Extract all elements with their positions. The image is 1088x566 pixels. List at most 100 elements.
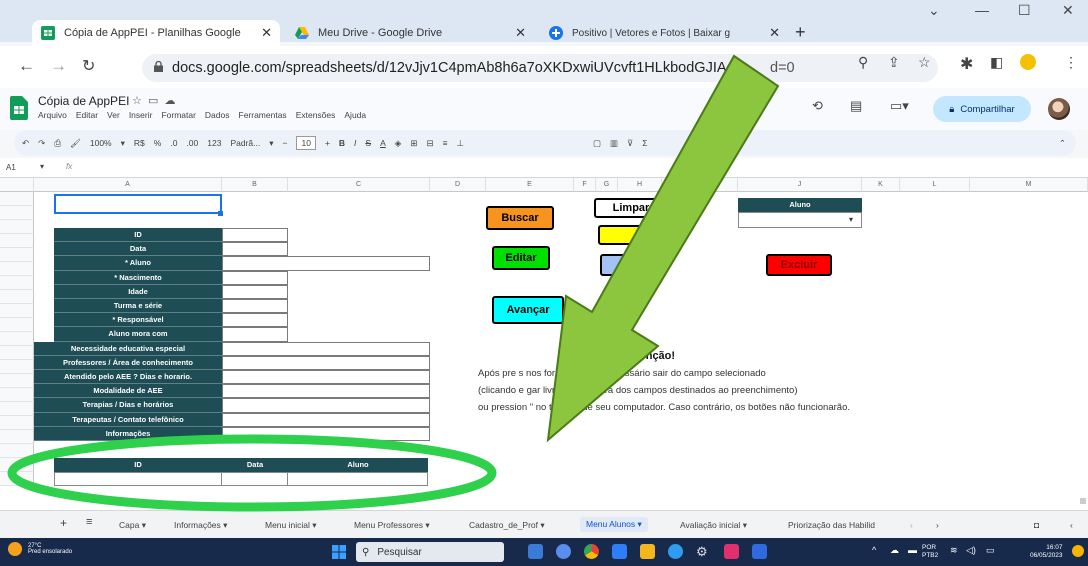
form-input-cell[interactable] [222, 426, 430, 441]
sheet-tab[interactable]: Menu Professores ▾ [354, 520, 430, 531]
percent-format-button[interactable]: % [154, 138, 162, 148]
instagram-icon[interactable] [724, 544, 739, 559]
fill-handle[interactable] [218, 211, 223, 216]
form-input-cell[interactable] [222, 355, 430, 370]
menu-item[interactable]: Extensões [296, 110, 336, 120]
column-header[interactable]: J [738, 178, 862, 192]
fill-color-icon[interactable]: ◈ [395, 138, 402, 149]
column-header[interactable]: D [430, 178, 486, 192]
column-header[interactable]: I [662, 178, 738, 192]
strikethrough-icon[interactable]: S [365, 138, 371, 148]
browser-tab-sheets[interactable]: Cópia de AppPEI - Planilhas Google ✕ [32, 20, 280, 46]
menu-item[interactable]: Ferramentas [239, 110, 287, 120]
row-header[interactable] [0, 374, 34, 388]
select-all-corner[interactable] [0, 178, 34, 192]
form-input-cell[interactable] [222, 299, 288, 314]
table-cell[interactable] [55, 473, 223, 485]
clock[interactable]: 16:07 06/05/2023 [1030, 544, 1063, 560]
aluno-dropdown[interactable]: ▾ [738, 212, 862, 228]
font-size-increase-icon[interactable]: + [325, 138, 330, 148]
menu-dots-icon[interactable]: ⋮ [1064, 54, 1078, 71]
cell-reference[interactable]: A1 [6, 163, 16, 172]
redo-icon[interactable]: ↷ [38, 138, 45, 149]
window-close-icon[interactable]: ✕ [1062, 2, 1074, 19]
row-header[interactable] [0, 430, 34, 444]
form-input-cell[interactable] [222, 412, 430, 427]
bold-icon[interactable]: B [339, 138, 345, 148]
profile-icon[interactable] [1020, 54, 1036, 70]
currency-format-button[interactable]: R$ [134, 138, 145, 148]
filter-icon[interactable]: ⊽ [627, 138, 633, 149]
text-color-icon[interactable]: A [380, 138, 386, 148]
print-icon[interactable]: ⎙ [54, 138, 61, 149]
results-table-row[interactable] [54, 472, 428, 486]
form-input-cell[interactable] [222, 398, 430, 413]
spreadsheet-grid[interactable]: A B C D E F G H I J K L M ID Data * Aluno *… [0, 178, 1088, 510]
minimize-icon[interactable]: — [975, 2, 989, 18]
chevron-down-icon[interactable]: ▾ [40, 162, 44, 171]
editar-button[interactable]: Editar [492, 246, 550, 270]
row-header[interactable] [0, 346, 34, 360]
tray-app-icon[interactable]: ▬ [908, 546, 917, 555]
column-header[interactable]: H [618, 178, 662, 192]
chrome-icon[interactable] [584, 544, 599, 559]
column-header[interactable]: F [574, 178, 596, 192]
form-input-cell[interactable] [222, 270, 288, 285]
language-indicator[interactable]: POR PTB2 [922, 544, 938, 560]
form-input-cell[interactable] [222, 256, 430, 271]
sheet-tab[interactable]: Menu inicial ▾ [265, 520, 317, 531]
column-header[interactable]: C [288, 178, 430, 192]
mail-icon[interactable] [612, 544, 627, 559]
chevron-right-icon[interactable]: › [936, 520, 939, 530]
insert-comment-icon[interactable]: ▢ [593, 138, 601, 149]
row-header[interactable] [0, 458, 34, 472]
notification-icon[interactable] [1072, 545, 1084, 557]
row-header[interactable] [0, 192, 34, 206]
visualizar-button[interactable]: V [600, 254, 648, 276]
paint-format-icon[interactable]: 🖌︎ [70, 138, 81, 149]
history-icon[interactable]: ⟲ [812, 98, 823, 114]
decimal-decrease-icon[interactable]: .0 [170, 138, 177, 148]
avatar[interactable] [1048, 98, 1070, 120]
menu-item[interactable]: Inserir [129, 110, 153, 120]
column-header[interactable]: K [862, 178, 900, 192]
add-sheet-icon[interactable]: + [60, 516, 67, 530]
sheet-tab-active[interactable]: Menu Alunos ▾ [580, 517, 648, 532]
sheets-logo-icon[interactable] [10, 96, 28, 120]
extensions-icon[interactable]: ✱ [960, 54, 973, 74]
row-header[interactable] [0, 360, 34, 374]
chevron-up-icon[interactable]: ⌃ [1059, 138, 1066, 149]
align-vertical-icon[interactable]: ⊥ [457, 138, 464, 149]
row-header[interactable] [0, 234, 34, 248]
windows-start-icon[interactable] [332, 545, 346, 559]
row-header[interactable] [0, 332, 34, 346]
form-input-cell[interactable] [222, 327, 288, 342]
all-sheets-icon[interactable]: ≡ [86, 516, 92, 528]
sheet-tab[interactable]: Cadastro_de_Prof ▾ [469, 520, 545, 531]
browser-tab-drive[interactable]: Meu Drive - Google Drive ✕ [286, 20, 534, 46]
table-cell[interactable] [222, 473, 288, 485]
sheet-tab[interactable]: Priorização das Habilid [788, 520, 875, 530]
avancar-button[interactable]: Avançar [492, 296, 564, 324]
chevron-down-icon[interactable]: ▾ [121, 138, 125, 149]
buscar-button[interactable]: Buscar [486, 206, 554, 230]
settings-gear-icon[interactable]: ⚙ [696, 544, 711, 559]
row-header[interactable] [0, 402, 34, 416]
chevron-down-icon[interactable]: ⌄ [928, 2, 940, 19]
merge-cells-icon[interactable]: ⊟ [426, 138, 433, 149]
video-app-icon[interactable] [556, 544, 571, 559]
zoom-select[interactable]: 100% [90, 138, 112, 148]
scrollbar[interactable] [1080, 498, 1086, 504]
row-header[interactable] [0, 290, 34, 304]
edge-icon[interactable] [668, 544, 683, 559]
salvar-button[interactable]: Sal [598, 225, 668, 245]
wifi-icon[interactable]: ≋ [950, 546, 958, 555]
form-input-cell[interactable] [222, 341, 430, 356]
chevron-left-icon[interactable]: ‹ [910, 520, 913, 530]
document-title[interactable]: Cópia de AppPEI [38, 94, 129, 108]
volume-icon[interactable]: ◁) [966, 546, 976, 555]
comments-icon[interactable]: ▤ [850, 98, 862, 114]
url-field[interactable]: docs.google.com/spreadsheets/d/12vJjv1C4… [142, 54, 938, 82]
row-header[interactable] [0, 276, 34, 290]
file-explorer-icon[interactable] [640, 544, 655, 559]
